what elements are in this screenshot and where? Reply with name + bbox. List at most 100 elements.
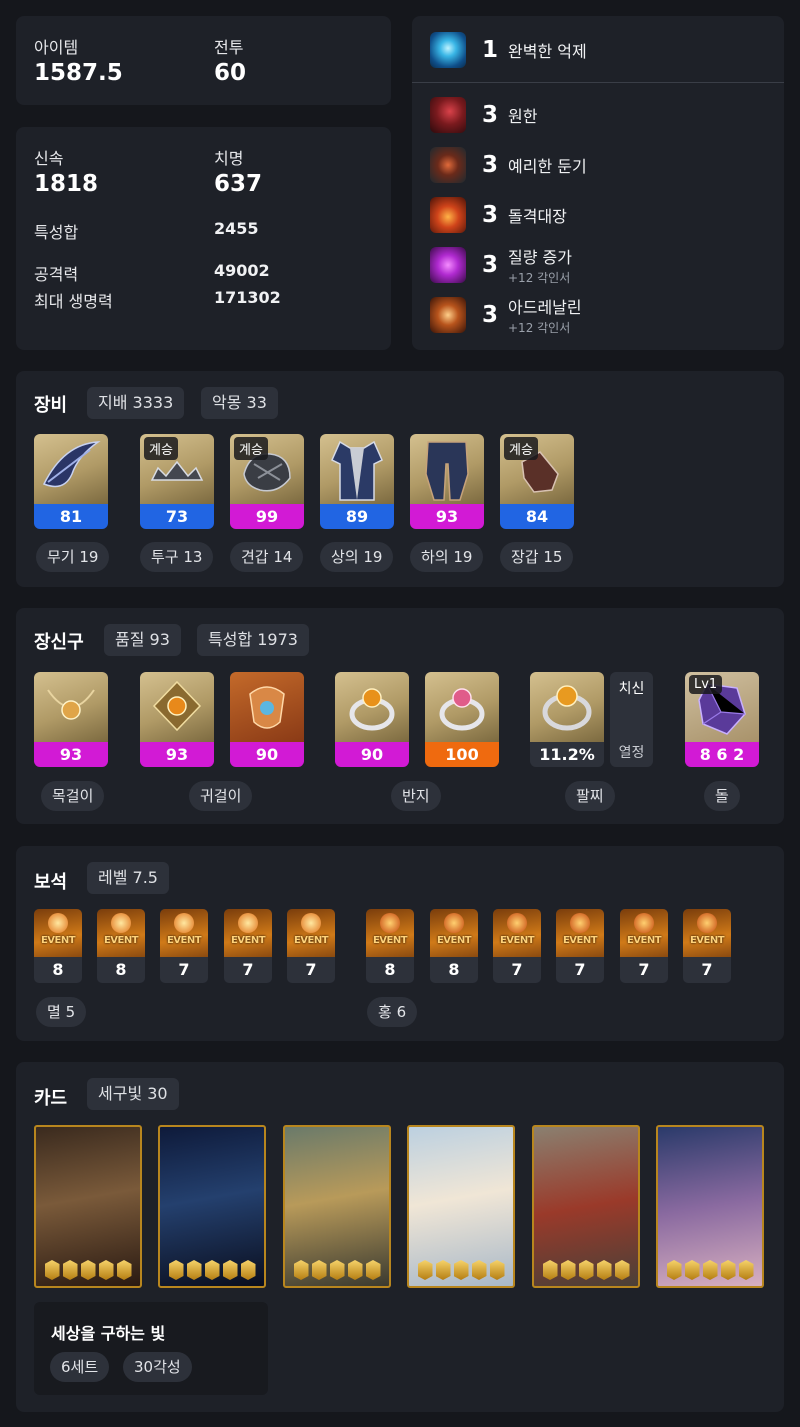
gloves-item[interactable]: 계승 84 bbox=[500, 434, 574, 529]
doom-gem[interactable]: EVENT 7 bbox=[224, 909, 272, 983]
doom-gem-summary: 멸 5 bbox=[36, 997, 87, 1027]
mass-increase-icon bbox=[430, 247, 466, 283]
engraving-name: 아드레날린 bbox=[508, 298, 582, 317]
quality-bar: 93 bbox=[34, 742, 108, 767]
stone-engraving-values: 8 6 2 bbox=[685, 742, 759, 767]
keen-blunt-weapon-icon bbox=[430, 147, 466, 183]
engraving-divider bbox=[412, 82, 784, 83]
gloves-label: 장갑 15 bbox=[500, 542, 574, 572]
gems-title: 보석 bbox=[34, 872, 68, 893]
perfect-suppression-icon bbox=[430, 32, 466, 68]
engraving-row[interactable]: 3 질량 증가 +12 각인서 bbox=[430, 245, 572, 285]
engraving-name: 완벽한 억제 bbox=[508, 42, 587, 61]
shoulder-label: 견갑 14 bbox=[230, 542, 304, 572]
engraving-row[interactable]: 3 예리한 둔기 bbox=[430, 145, 587, 185]
doom-gem[interactable]: EVENT 7 bbox=[287, 909, 335, 983]
max-hp-label: 최대 생명력 bbox=[34, 292, 113, 311]
gem-level: 7 bbox=[242, 960, 254, 979]
card-item[interactable] bbox=[407, 1125, 515, 1288]
ability-stone-item[interactable]: Lv1 8 6 2 bbox=[685, 672, 759, 767]
event-label: EVENT bbox=[689, 935, 725, 946]
card-item[interactable] bbox=[34, 1125, 142, 1288]
blossom-gem[interactable]: EVENT 7 bbox=[620, 909, 668, 983]
weapon-label: 무기 19 bbox=[36, 542, 110, 572]
shoulder-item[interactable]: 계승 99 bbox=[230, 434, 304, 529]
blossom-gem[interactable]: EVENT 7 bbox=[493, 909, 541, 983]
card-item[interactable] bbox=[532, 1125, 640, 1288]
doom-gem[interactable]: EVENT 7 bbox=[160, 909, 208, 983]
item-level-label: 아이템 bbox=[34, 38, 79, 57]
swiftness-value: 1818 bbox=[34, 171, 99, 197]
blossom-gem[interactable]: EVENT 8 bbox=[366, 909, 414, 983]
max-hp-value: 171302 bbox=[214, 288, 281, 307]
card-item[interactable] bbox=[283, 1125, 391, 1288]
gem-level: 8 bbox=[52, 960, 64, 979]
event-label: EVENT bbox=[166, 935, 202, 946]
helmet-item[interactable]: 계승 73 bbox=[140, 434, 214, 529]
engraving-row[interactable]: 3 아드레날린 +12 각인서 bbox=[430, 295, 582, 335]
doom-gem[interactable]: EVENT 8 bbox=[97, 909, 145, 983]
gems-panel: 보석 레벨 7.5 EVENT 8 EVENT 8 EVENT 7 EVENT 7 EV… bbox=[16, 846, 784, 1041]
chest-item[interactable]: 89 bbox=[320, 434, 394, 529]
accessory-stat-chip: 특성합 1973 bbox=[197, 624, 309, 656]
bracelet-item[interactable]: 11.2% bbox=[530, 672, 604, 767]
engraving-name: 질량 증가 bbox=[508, 248, 572, 267]
gem-level: 8 bbox=[115, 960, 127, 979]
gem-level: 7 bbox=[178, 960, 190, 979]
awakening-gems bbox=[409, 1260, 513, 1280]
blossom-gem[interactable]: EVENT 8 bbox=[430, 909, 478, 983]
pants-item[interactable]: 93 bbox=[410, 434, 484, 529]
crit-value: 637 bbox=[214, 171, 263, 197]
weapon-item[interactable]: 81 bbox=[34, 434, 108, 529]
bracelet-label: 팔찌 bbox=[565, 781, 615, 811]
card-set-name: 세상을 구하는 빛 bbox=[51, 1324, 166, 1343]
doom-gem[interactable]: EVENT 8 bbox=[34, 909, 82, 983]
blossom-gem[interactable]: EVENT 7 bbox=[683, 909, 731, 983]
engraving-row[interactable]: 3 원한 bbox=[430, 95, 537, 135]
gem-level: 7 bbox=[574, 960, 586, 979]
gem-level: 7 bbox=[511, 960, 523, 979]
ring-icon bbox=[425, 672, 499, 742]
ring-item-2[interactable]: 100 bbox=[425, 672, 499, 767]
engraving-name: 돌격대장 bbox=[508, 207, 567, 226]
earring-item-1[interactable]: 93 bbox=[140, 672, 214, 767]
gem-level: 7 bbox=[638, 960, 650, 979]
engraving-level: 3 bbox=[481, 252, 498, 278]
quality-bar: 99 bbox=[230, 504, 304, 529]
gem-level: 8 bbox=[384, 960, 396, 979]
event-label: EVENT bbox=[562, 935, 598, 946]
pants-icon bbox=[410, 434, 484, 504]
engraving-row-top[interactable]: 1 완벽한 억제 bbox=[430, 30, 587, 70]
succession-badge: 계승 bbox=[234, 437, 268, 460]
necklace-icon bbox=[34, 672, 108, 742]
stone-label: 돌 bbox=[704, 781, 740, 811]
earring-item-2[interactable]: 90 bbox=[230, 672, 304, 767]
necklace-item[interactable]: 93 bbox=[34, 672, 108, 767]
bracelet-icon bbox=[530, 672, 604, 742]
awakening-gems bbox=[658, 1260, 762, 1280]
engraving-row[interactable]: 3 돌격대장 bbox=[430, 195, 567, 235]
accessories-panel: 장신구 품질 93 특성합 1973 93 93 90 90 100 11.2%… bbox=[16, 608, 784, 824]
card-item[interactable] bbox=[656, 1125, 764, 1288]
cards-panel: 카드 세구빛 30 세상을 구하는 빛 6세트 30각성 bbox=[16, 1062, 784, 1412]
awakening-gems bbox=[36, 1260, 140, 1280]
earring-label: 귀걸이 bbox=[189, 781, 253, 811]
ring-item-1[interactable]: 90 bbox=[335, 672, 409, 767]
engraving-name: 원한 bbox=[508, 107, 538, 126]
event-label: EVENT bbox=[626, 935, 662, 946]
event-label: EVENT bbox=[40, 935, 76, 946]
bracelet-effects: 치신 열정 bbox=[610, 672, 653, 767]
engraving-level: 3 bbox=[481, 302, 498, 328]
quality-bar: 73 bbox=[140, 504, 214, 529]
engraving-name: 예리한 둔기 bbox=[508, 157, 587, 176]
item-level-panel: 아이템 1587.5 전투 60 bbox=[16, 16, 391, 105]
engraving-book-note: +12 각인서 bbox=[508, 271, 571, 285]
card-awakening-total: 30각성 bbox=[123, 1352, 192, 1382]
blossom-gem[interactable]: EVENT 7 bbox=[556, 909, 604, 983]
accessories-title: 장신구 bbox=[34, 632, 84, 653]
event-label: EVENT bbox=[436, 935, 472, 946]
engraving-level: 3 bbox=[481, 102, 498, 128]
adrenaline-icon bbox=[430, 297, 466, 333]
event-label: EVENT bbox=[372, 935, 408, 946]
card-item[interactable] bbox=[158, 1125, 266, 1288]
